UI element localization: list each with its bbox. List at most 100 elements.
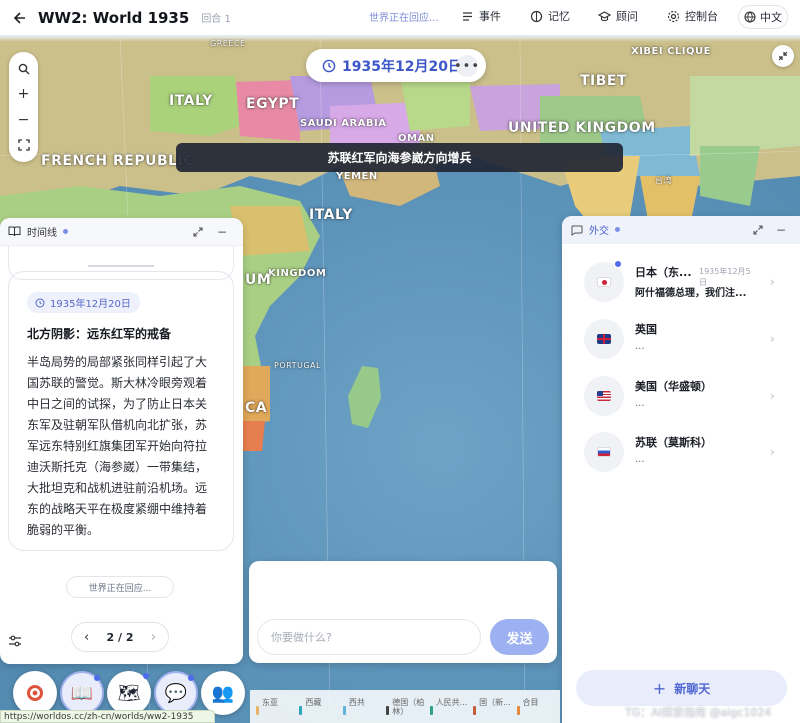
legend-item: 西共	[342, 698, 386, 715]
notification-dot	[94, 675, 100, 681]
diplomacy-item-name: 英国	[635, 323, 657, 336]
clock-icon	[322, 59, 336, 72]
language-button[interactable]: 中文	[738, 5, 788, 29]
diplomacy-item-preview: ...	[635, 398, 645, 409]
dock-timeline-button[interactable]: 📖	[60, 671, 104, 715]
list-icon	[463, 11, 472, 21]
legend-label: 西藏	[305, 698, 322, 707]
app-title: WW2: World 1935	[38, 8, 190, 27]
page-current: 2	[106, 630, 115, 644]
brain-icon	[530, 10, 543, 22]
zoom-in-button[interactable]: +	[13, 83, 35, 105]
diplomacy-item-name: 苏联（莫斯科）	[635, 436, 712, 449]
map-legend: 东亚 西藏 西共 德国（柏林） 人民共... 国（新... 合目	[250, 690, 560, 723]
watermark: TG：AI探索指南 @aigc1024	[625, 706, 772, 719]
page-total: 2	[125, 630, 134, 644]
legend-item: 人民共...	[429, 698, 473, 715]
dock-map-button[interactable]: 🗺	[107, 671, 151, 715]
dock-diplomacy-button[interactable]: 💬	[154, 671, 198, 715]
diplomacy-item-usa[interactable]: 美国（华盛顿） ... ›	[562, 368, 800, 424]
more-button[interactable]: •••	[454, 55, 479, 77]
chat-bubble-icon	[571, 225, 583, 236]
clock-icon	[35, 298, 45, 307]
diplomacy-item-japan[interactable]: 日本（东... 1935年12月5日 阿什福德总理，我们注... ›	[562, 254, 800, 310]
avatar	[584, 376, 624, 416]
label-taiwan: 台湾	[655, 176, 672, 185]
diplomacy-item-ussr[interactable]: 苏联（莫斯科） ... ›	[562, 424, 800, 480]
label-ca: CA	[245, 400, 268, 416]
diplomacy-item-uk[interactable]: 英国 ... ›	[562, 311, 800, 367]
page-separator: /	[117, 630, 123, 644]
plus-icon: +	[652, 678, 667, 698]
chat-input[interactable]: 你要做什么?	[257, 619, 481, 655]
legend-label: 西共	[348, 698, 365, 707]
dock-advisors-button[interactable]: 👥	[201, 671, 245, 715]
legend-label: 东亚	[262, 698, 278, 707]
nav-console-label: 控制台	[685, 10, 718, 23]
label-french-republic: FRENCH REPUBLIC	[41, 153, 195, 169]
label-uk-small: KINGDOM	[268, 268, 327, 279]
diplomacy-item-preview: ...	[635, 454, 645, 465]
diplomacy-expand-button[interactable]	[750, 222, 766, 238]
new-chat-label: 新聊天	[674, 681, 711, 696]
collapse-map-button[interactable]	[772, 45, 794, 67]
avatar	[584, 262, 624, 302]
timeline-status-text: 世界正在回应...	[88, 583, 152, 594]
graduation-cap-icon	[598, 10, 611, 21]
gear-icon	[667, 10, 680, 22]
chevron-right-icon: ›	[770, 275, 775, 289]
nav-memory-label: 记忆	[548, 10, 570, 23]
legend-item: 德国（柏林）	[386, 698, 429, 716]
legend-item: 合目	[516, 698, 560, 715]
label-italy-top: ITALY	[169, 93, 213, 109]
timeline-card-heading: 北方阴影：远东红军的戒备	[27, 327, 172, 341]
nav-advisor[interactable]: 顾问	[598, 8, 638, 24]
globe-icon	[744, 11, 756, 23]
new-chat-button[interactable]: + 新聊天	[576, 670, 787, 706]
send-button[interactable]: 发送	[490, 619, 549, 655]
target-icon	[27, 685, 43, 701]
back-button[interactable]	[0, 0, 38, 36]
label-yemen: YEMEN	[336, 171, 378, 182]
zoom-out-button[interactable]: −	[13, 109, 35, 131]
nav-console[interactable]: 控制台	[667, 8, 718, 24]
next-page-button[interactable]: ›	[151, 630, 156, 645]
unread-badge	[614, 260, 622, 268]
filter-settings-button[interactable]	[6, 632, 24, 650]
legend-swatch	[299, 706, 303, 715]
legend-item: 西藏	[299, 698, 342, 715]
legend-swatch	[516, 706, 520, 715]
chevron-right-icon: ›	[770, 332, 775, 346]
diplomacy-item-preview: ...	[635, 341, 645, 352]
nav-events[interactable]: 事件	[461, 8, 501, 24]
people-icon: 👥	[211, 682, 235, 704]
nav-memory[interactable]: 记忆	[530, 8, 570, 24]
fit-view-button[interactable]	[13, 134, 35, 156]
label-portugal: PORTUGAL	[274, 361, 321, 370]
date-pill[interactable]: 1935年12月20日 •••	[306, 49, 486, 82]
legend-label: 国（新...	[479, 698, 511, 707]
label-uk: UNITED KINGDOM	[508, 120, 656, 136]
timeline-expand-button[interactable]	[190, 224, 206, 240]
timeline-card: 1935年12月20日 北方阴影：远东红军的戒备 半岛局势的局部紧张同样引起了大…	[8, 271, 234, 551]
japan-flag-icon	[597, 277, 611, 287]
notification-dot	[143, 673, 149, 679]
dock-target-button[interactable]	[13, 671, 57, 715]
chevron-right-icon: ›	[770, 445, 775, 459]
chat-bubble-icon: 💬	[164, 682, 188, 704]
prev-page-button[interactable]: ‹	[84, 630, 89, 645]
legend-item: 国（新...	[473, 698, 516, 715]
top-bar-shadow	[0, 36, 800, 42]
search-button[interactable]	[13, 58, 35, 80]
minus-icon: −	[775, 223, 787, 237]
legend-label: 德国（柏林）	[392, 697, 425, 716]
map-icon: 🗺	[117, 682, 141, 704]
timeline-minimize-button[interactable]: −	[214, 224, 230, 240]
diplomacy-title: 外交	[589, 226, 609, 237]
legend-item: 东亚	[256, 698, 299, 715]
legend-label: 合目	[522, 698, 539, 707]
timeline-pager: ‹ 2 / 2 ›	[71, 622, 169, 652]
timeline-card-date-text: 1935年12月20日	[50, 299, 131, 310]
diplomacy-minimize-button[interactable]: −	[773, 222, 789, 238]
page-indicator: 2 / 2	[106, 631, 133, 644]
